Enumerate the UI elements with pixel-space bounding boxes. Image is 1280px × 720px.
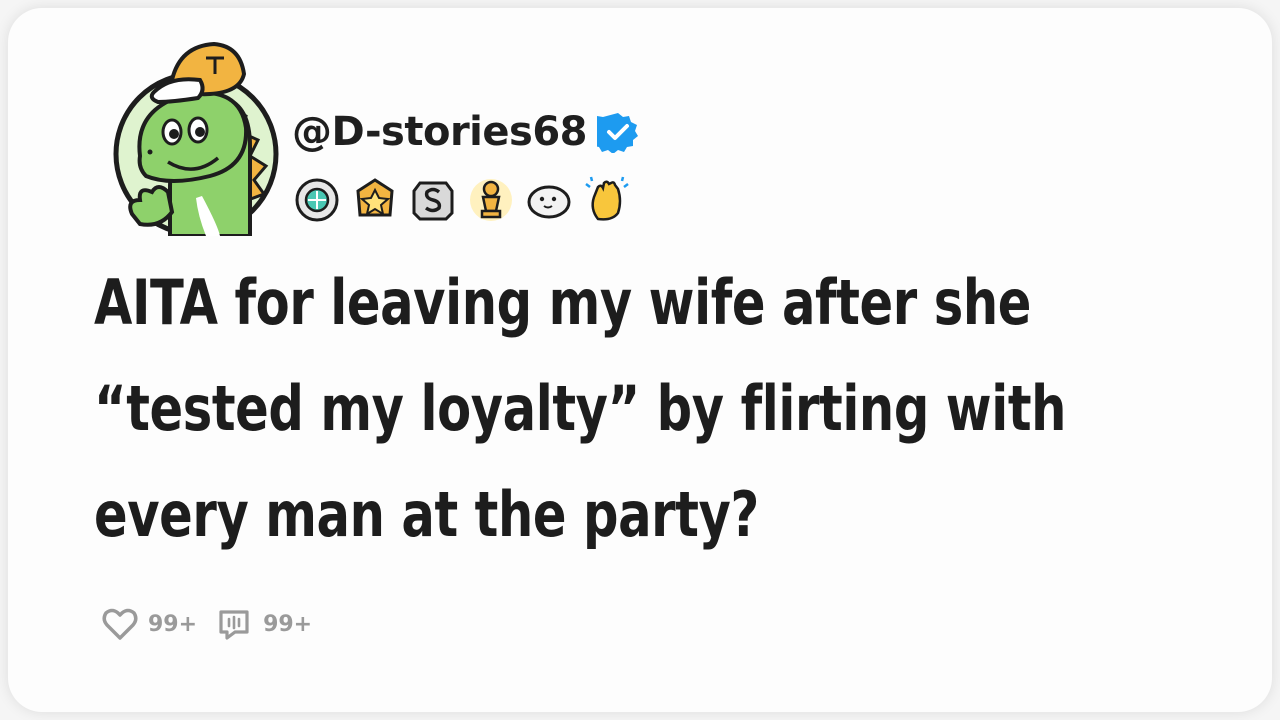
- comment-count: 99+: [263, 611, 313, 637]
- heart-icon[interactable]: [100, 604, 140, 644]
- s-badge-icon: [408, 175, 458, 225]
- trophy-badge-icon: [466, 175, 516, 225]
- post-title[interactable]: AITA for leaving my wife after she “test…: [94, 250, 1194, 568]
- verified-badge-icon: [597, 113, 638, 153]
- star-badge-icon: [350, 175, 400, 225]
- dinosaur-avatar-icon: [113, 41, 279, 236]
- badge-row: [292, 175, 632, 225]
- username[interactable]: @D-stories68: [292, 106, 588, 158]
- seal-badge-icon: [524, 175, 574, 225]
- gem-badge-icon: [292, 175, 342, 225]
- clap-badge-icon: [582, 175, 632, 225]
- like-count: 99+: [148, 611, 198, 637]
- comment-icon[interactable]: [215, 604, 255, 644]
- avatar[interactable]: [110, 36, 285, 236]
- post-stats: 99+ 99+: [100, 604, 322, 644]
- author-row: @D-stories68: [292, 106, 639, 158]
